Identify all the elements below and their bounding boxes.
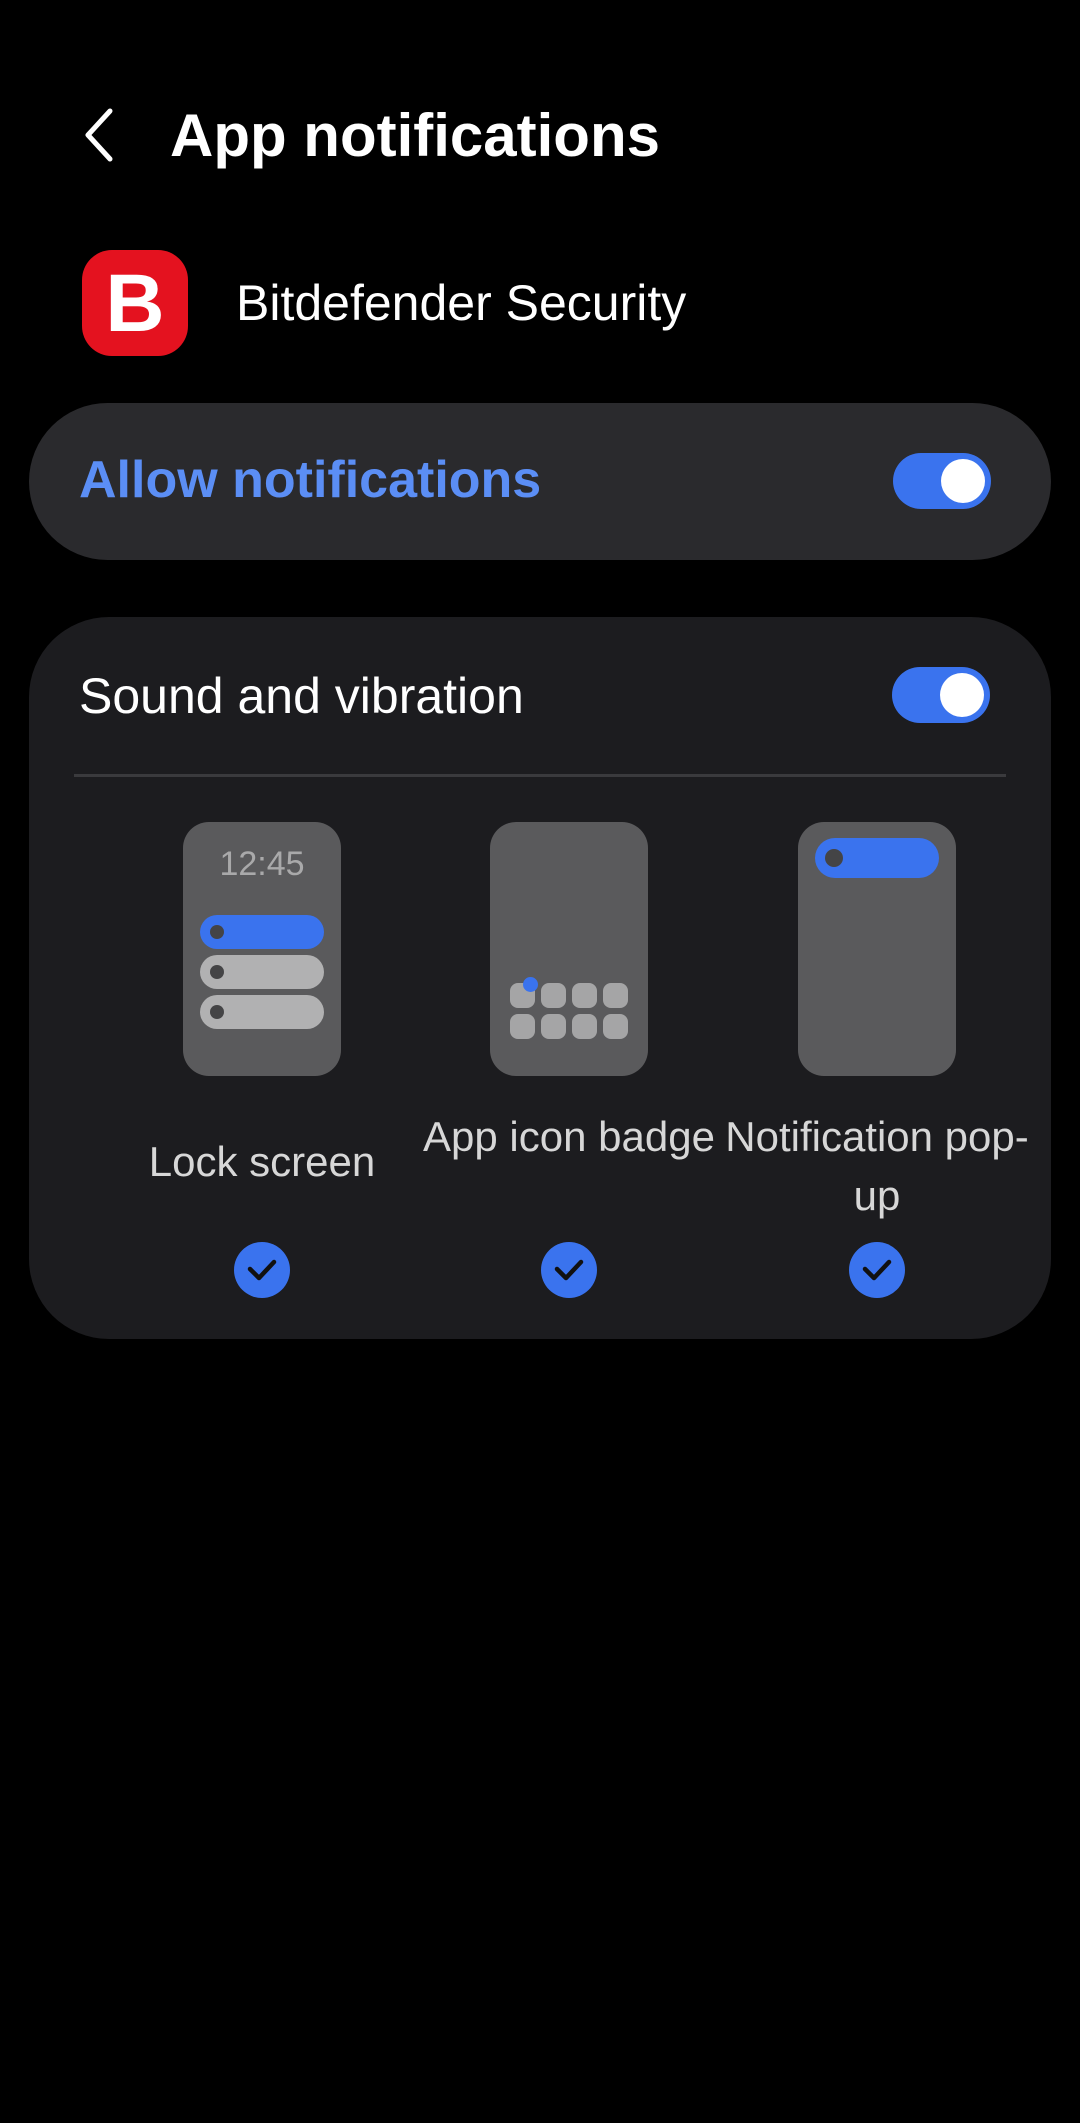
notification-popup-preview xyxy=(798,822,956,1076)
preview-clock: 12:45 xyxy=(219,845,305,883)
preview-notification xyxy=(200,995,324,1029)
lock-screen-label: Lock screen xyxy=(148,1138,376,1185)
badge-dot xyxy=(523,977,538,992)
app-name: Bitdefender Security xyxy=(236,275,687,331)
app-icon-badge-preview xyxy=(490,822,648,1076)
divider xyxy=(74,774,1006,777)
bitdefender-b-letter: B xyxy=(105,265,164,341)
lock-screen-option[interactable]: 12:45 Lock screen xyxy=(112,822,412,1322)
notification-popup-option[interactable]: Notification pop-up xyxy=(725,822,1029,1322)
lock-screen-preview: 12:45 xyxy=(183,822,341,1076)
allow-notifications-row[interactable]: Allow notifications xyxy=(29,403,1051,560)
sound-and-vibration-toggle[interactable] xyxy=(892,667,990,723)
chevron-left-icon xyxy=(85,108,113,162)
allow-notifications-toggle[interactable] xyxy=(893,453,991,509)
notification-settings-card: Sound and vibration 12:45 Lock screen Ap… xyxy=(29,617,1051,1339)
preview-notification-highlighted xyxy=(200,915,324,949)
allow-notifications-label: Allow notifications xyxy=(79,451,542,509)
header: App notifications xyxy=(0,0,1080,200)
notification-popup-checkbox[interactable] xyxy=(849,1242,905,1298)
toggle-knob xyxy=(940,673,984,717)
app-icon-badge-checkbox[interactable] xyxy=(541,1242,597,1298)
page-title: App notifications xyxy=(170,102,660,169)
sound-and-vibration-label: Sound and vibration xyxy=(79,668,524,724)
bitdefender-logo-icon: B xyxy=(82,250,188,356)
app-icon-badge-label: App icon badge xyxy=(423,1113,715,1160)
checkmark-icon xyxy=(862,1259,892,1281)
sound-and-vibration-row[interactable]: Sound and vibration xyxy=(29,617,1051,777)
app-info-row: B Bitdefender Security xyxy=(82,250,982,356)
checkmark-icon xyxy=(247,1259,277,1281)
toggle-knob xyxy=(941,459,985,503)
app-icon-letter: B xyxy=(105,265,164,341)
preview-notification xyxy=(200,955,324,989)
preview-popup xyxy=(815,838,939,878)
lock-screen-checkbox[interactable] xyxy=(234,1242,290,1298)
notification-popup-label: Notification pop-up xyxy=(725,1113,1029,1219)
checkmark-icon xyxy=(554,1259,584,1281)
app-icon-badge-option[interactable]: App icon badge xyxy=(419,822,719,1322)
back-button[interactable] xyxy=(70,100,130,170)
